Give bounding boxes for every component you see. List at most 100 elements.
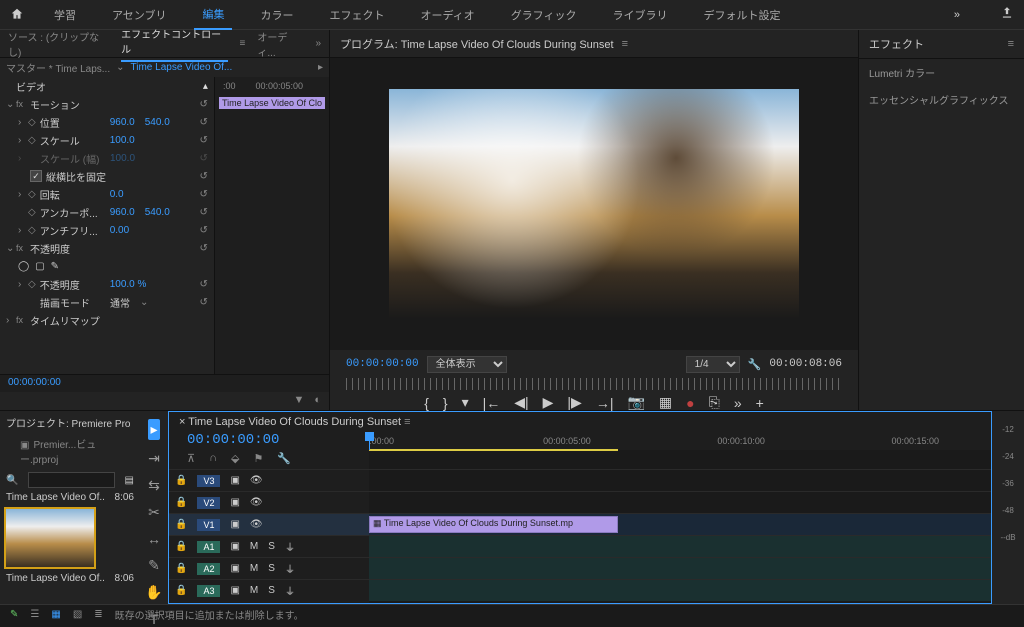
target-icon[interactable]: ▣ [230, 475, 239, 486]
timeline-clip-area[interactable]: ▦ Time Lapse Video Of Clouds During Suns… [369, 469, 991, 603]
reset-icon[interactable]: ↺ [200, 171, 208, 182]
mic-icon[interactable]: ⏚ [285, 539, 295, 554]
reset-icon[interactable]: ↺ [200, 189, 208, 200]
settings-icon[interactable]: ⚑ [253, 452, 263, 465]
add-icon[interactable]: + [756, 395, 764, 411]
tab-effect-controls[interactable]: エフェクトコントロール [121, 26, 227, 62]
razor-tool-icon[interactable]: ✂ [148, 504, 160, 521]
effects-item[interactable]: エッセンシャルグラフィックス [859, 86, 1024, 113]
hand-tool-icon[interactable]: ✋ [145, 584, 162, 601]
track-select-tool-icon[interactable]: ⇥ [148, 450, 160, 467]
workspace-graphics[interactable]: グラフィック [503, 1, 585, 29]
panel-menu-icon[interactable]: ≡ [404, 416, 410, 428]
mic-icon[interactable]: ⏚ [285, 561, 295, 576]
home-icon[interactable] [10, 7, 26, 23]
eye-icon[interactable]: 👁 [250, 497, 263, 508]
go-out-icon[interactable]: →| [596, 395, 614, 411]
reset-icon[interactable]: ↺ [200, 207, 208, 218]
marker-icon[interactable]: ⬙ [231, 452, 239, 465]
fx-badge-icon[interactable]: fx [16, 243, 30, 253]
keyframe-icon[interactable]: ◇ [28, 207, 36, 218]
master-clip-label[interactable]: マスター * Time Laps... [6, 60, 110, 75]
rotation-value[interactable]: 0.0 [110, 189, 124, 200]
slip-tool-icon[interactable]: ↔ [147, 531, 161, 547]
record-icon[interactable]: ● [686, 395, 694, 411]
target-icon[interactable]: ▣ [230, 563, 239, 574]
track-header-v3[interactable]: 🔒V3▣👁 [169, 469, 369, 491]
freeform-view-icon[interactable]: ▧ [73, 609, 82, 620]
eye-icon[interactable]: 👁 [250, 475, 263, 486]
workspace-library[interactable]: ライブラリ [604, 1, 675, 29]
mute-button[interactable]: M [250, 585, 258, 596]
tab-audio-clip[interactable]: オーディ... [257, 29, 303, 59]
timeline-timecode[interactable]: 00:00:00:00 [169, 432, 369, 448]
target-icon[interactable]: ▣ [230, 541, 239, 552]
wrench-icon[interactable]: 🔧 [748, 358, 762, 371]
list-view-icon[interactable]: ☰ [30, 609, 39, 620]
anchor-x[interactable]: 960.0 [110, 207, 135, 218]
step-back-icon[interactable]: ◀| [514, 394, 528, 411]
reset-icon[interactable]: ↺ [200, 297, 208, 308]
effects-item[interactable]: Lumetri カラー [859, 59, 1024, 86]
target-icon[interactable]: ▣ [230, 519, 239, 530]
uniform-scale-checkbox[interactable] [30, 170, 42, 182]
mute-button[interactable]: M [250, 563, 258, 574]
opacity-value[interactable]: 100.0 % [110, 279, 147, 290]
chevron-down-icon[interactable]: ⌄ [116, 62, 124, 73]
track-header-a1[interactable]: 🔒A1▣MS⏚ [169, 535, 369, 557]
timeline-clip[interactable]: ▦ Time Lapse Video Of Clouds During Suns… [369, 516, 618, 533]
keyframe-icon[interactable]: ◇ [28, 135, 36, 146]
mask-rect-icon[interactable]: ▢ [35, 261, 44, 272]
mark-out-icon[interactable]: } [443, 395, 448, 411]
toggle-icon[interactable]: ⌄ [6, 243, 16, 254]
track-header-a2[interactable]: 🔒A2▣MS⏚ [169, 557, 369, 579]
anchor-y[interactable]: 540.0 [145, 207, 170, 218]
lock-icon[interactable]: 🔒 [175, 563, 187, 574]
reset-icon[interactable]: ↺ [200, 243, 208, 254]
workspace-learn[interactable]: 学習 [46, 1, 84, 29]
lock-icon[interactable]: 🔒 [175, 475, 187, 486]
keyframe-icon[interactable]: ◇ [28, 117, 36, 128]
ec-timecode[interactable]: 00:00:00:00 [0, 374, 329, 392]
lock-icon[interactable]: 🔒 [175, 497, 187, 508]
lock-icon[interactable]: 🔒 [175, 519, 187, 530]
reset-icon[interactable]: ↺ [200, 153, 208, 164]
keyframe-icon[interactable]: ◇ [28, 189, 36, 200]
fit-select[interactable]: 全体表示 [427, 356, 507, 373]
clip-thumbnail[interactable] [6, 509, 94, 567]
folder-icon[interactable]: ▤ [125, 475, 134, 486]
solo-button[interactable]: S [268, 541, 275, 552]
ec-clip-chip[interactable]: Time Lapse Video Of Clo [219, 97, 325, 109]
program-timecode-left[interactable]: 00:00:00:00 [346, 358, 419, 370]
pen-icon[interactable]: ✎ [10, 609, 18, 620]
resolution-select[interactable]: 1/4 [686, 356, 740, 373]
sequence-name[interactable]: Time Lapse Video Of Clouds During Sunset [188, 416, 401, 428]
overflow-icon[interactable]: » [954, 9, 960, 21]
playhead[interactable] [369, 432, 370, 450]
lock-icon[interactable]: 🔒 [175, 585, 187, 596]
solo-button[interactable]: S [268, 563, 275, 574]
eye-icon[interactable]: 👁 [250, 519, 263, 530]
chevron-up-icon[interactable]: ▴ [203, 81, 208, 92]
target-icon[interactable]: ▣ [230, 585, 239, 596]
target-icon[interactable]: ▣ [230, 497, 239, 508]
blend-mode-select[interactable]: 通常 [110, 295, 130, 310]
reset-icon[interactable]: ↺ [200, 135, 208, 146]
sort-icon[interactable]: ≣ [94, 609, 102, 620]
ripple-tool-icon[interactable]: ⇆ [148, 477, 160, 494]
bin-item[interactable]: Time Lapse Video Of..8:06 [0, 490, 140, 505]
track-header-v1[interactable]: 🔒V1▣👁 [169, 513, 369, 535]
toggle-icon[interactable]: › [6, 315, 16, 326]
keyframe-icon[interactable]: ◇ [28, 225, 36, 236]
link-icon[interactable]: ∩ [209, 452, 217, 465]
track-header-a3[interactable]: 🔒A3▣MS⏚ [169, 579, 369, 601]
track-header-v2[interactable]: 🔒V2▣👁 [169, 491, 369, 513]
workspace-effects[interactable]: エフェクト [321, 1, 392, 29]
search-icon[interactable]: 🔍 [6, 475, 18, 486]
program-monitor-viewport[interactable] [389, 89, 799, 319]
icon-view-icon[interactable]: ▦ [51, 609, 60, 620]
source-clip-label[interactable]: Time Lapse Video Of... [131, 62, 233, 73]
share-icon[interactable] [1000, 6, 1014, 23]
step-forward-icon[interactable]: |▶ [567, 394, 581, 411]
fx-badge-icon[interactable]: fx [16, 315, 30, 325]
